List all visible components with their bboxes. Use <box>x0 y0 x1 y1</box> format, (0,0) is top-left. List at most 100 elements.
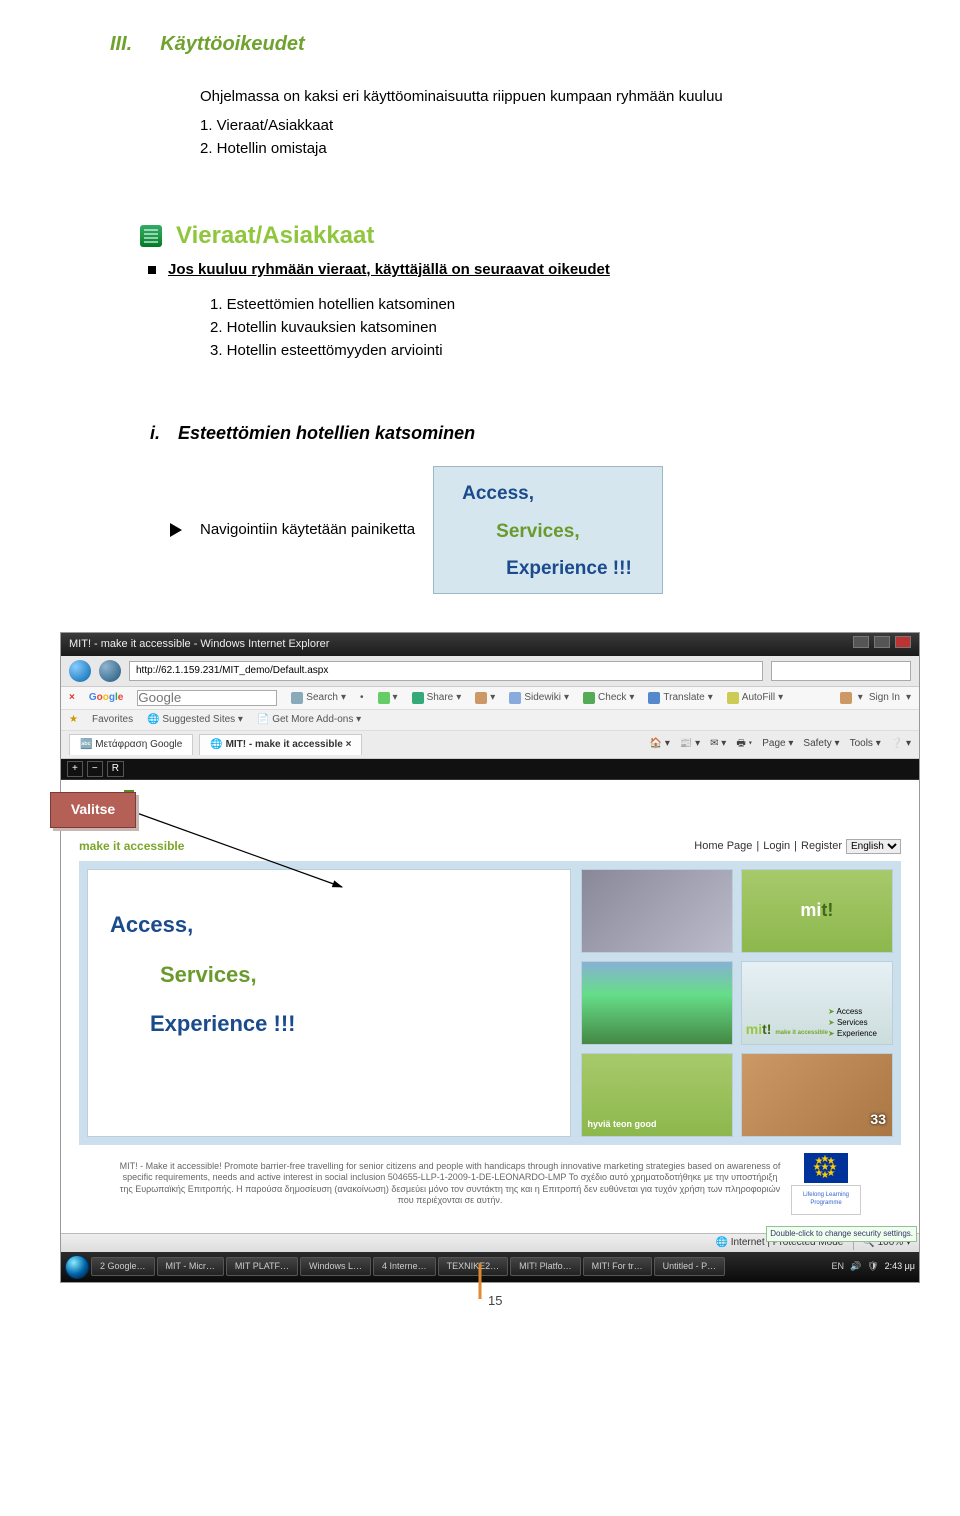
browser-tab-active[interactable]: 🌐 MIT! - make it accessible × <box>199 734 362 755</box>
window-buttons <box>851 636 911 653</box>
disclaimer-text: MIT! - Make it accessible! Promote barri… <box>119 1161 781 1206</box>
share-icon <box>412 692 424 704</box>
taskbar-item[interactable]: MIT! Platfo… <box>510 1257 581 1276</box>
close-toolbar-icon[interactable]: × <box>69 691 75 705</box>
thumbnail-number-value: 33 <box>870 1110 886 1130</box>
taskbar-item[interactable]: 4 Interne… <box>373 1257 436 1276</box>
address-bar-row <box>61 656 919 687</box>
document-icon <box>140 225 162 247</box>
thumbnail-words[interactable]: hyviä teon good <box>581 1053 733 1137</box>
toolbar-share-button[interactable]: Share ▾ <box>412 691 462 705</box>
help-icon[interactable]: ❔ ▾ <box>891 737 911 751</box>
thumbnail-info-card[interactable]: mit! make it accessible Access Services … <box>741 961 893 1045</box>
home-link[interactable]: Home Page <box>694 839 752 854</box>
subsection-bullet: Jos kuuluu ryhmään vieraat, käyttäjällä … <box>168 259 610 280</box>
rights-item: 2. Hotellin kuvauksien katsominen <box>210 317 870 338</box>
bookmark-icon <box>475 692 487 704</box>
toolbar-more-button[interactable]: ▾ <box>378 691 398 705</box>
browser-screenshot: MIT! - make it accessible - Windows Inte… <box>60 632 920 1283</box>
toolbar-sidewiki-button[interactable]: Sidewiki ▾ <box>509 691 569 705</box>
google-toolbar: × Google Search ▾ • ▾ Share ▾ ▾ Sidewiki… <box>61 687 919 710</box>
thumbnail-logo-green[interactable]: mit! <box>741 869 893 953</box>
maximize-button[interactable] <box>874 636 890 648</box>
logo-tagline: make it accessible <box>79 839 184 853</box>
taskbar-item[interactable]: MIT! For tr… <box>583 1257 652 1276</box>
register-link[interactable]: Register <box>801 839 842 854</box>
toolbar-check-button[interactable]: Check ▾ <box>583 691 634 705</box>
forward-button[interactable] <box>99 660 121 682</box>
eu-flag-icon <box>804 1153 848 1183</box>
nav-instruction-text: Navigointiin käytetään painiketta <box>200 519 415 540</box>
close-button[interactable] <box>895 636 911 648</box>
favorites-star-icon[interactable]: ★ <box>69 713 78 727</box>
access-label: Access, <box>462 481 644 508</box>
thumbnail-number[interactable]: 33 <box>741 1053 893 1137</box>
clock[interactable]: 2:43 μμ <box>885 1260 915 1273</box>
back-button[interactable] <box>69 660 91 682</box>
page-footer-disclaimer: MIT! - Make it accessible! Promote barri… <box>79 1145 901 1219</box>
services-label: Services, <box>160 960 548 991</box>
address-input[interactable] <box>129 661 763 681</box>
minimize-button[interactable] <box>853 636 869 648</box>
page-content: mit make it accessible Home Page | Login… <box>61 780 919 1233</box>
main-access-panel[interactable]: Access, Services, Experience !!! <box>87 869 571 1137</box>
subsection-title: Vieraat/Asiakkaat <box>176 219 374 253</box>
toolbar-search-button[interactable]: Search ▾ <box>291 691 346 705</box>
language-select[interactable]: English <box>846 839 901 854</box>
toolbar-translate-button[interactable]: Translate ▾ <box>648 691 712 705</box>
taskbar-item[interactable]: Untitled - P… <box>654 1257 726 1276</box>
tray-icon[interactable]: 🔊 <box>850 1260 861 1273</box>
browser-tab[interactable]: 🔤 Μετάφραση Google <box>69 734 193 755</box>
thumbnail-grid: mit! mit! make it accessible Access Serv… <box>581 869 894 1137</box>
heading-number: III. <box>110 30 132 58</box>
experience-label: Experience !!! <box>150 1009 548 1040</box>
thumbnail-landscape[interactable] <box>581 961 733 1045</box>
taskbar-item[interactable]: MIT PLATF… <box>226 1257 298 1276</box>
taskbar-item[interactable]: TEXNIKE2… <box>438 1257 509 1276</box>
language-indicator[interactable]: EN <box>831 1260 844 1273</box>
get-addons-link[interactable]: 📄 Get More Add-ons ▾ <box>257 713 361 727</box>
toolbar-autofill-button[interactable]: AutoFill ▾ <box>727 691 783 705</box>
tray-icon[interactable]: 🛡 <box>867 1260 878 1273</box>
safety-menu[interactable]: Safety ▾ <box>803 737 839 751</box>
page-menu[interactable]: Page ▾ <box>762 737 793 751</box>
roles-list: 1. Vieraat/Asiakkaat 2. Hotellin omistaj… <box>200 115 870 159</box>
window-title: MIT! - make it accessible - Windows Inte… <box>69 637 329 652</box>
font-decrease-button[interactable]: − <box>87 761 103 777</box>
mail-icon[interactable]: ✉ ▾ <box>710 737 726 751</box>
taskbar-item[interactable]: MIT - Micr… <box>157 1257 224 1276</box>
page-number: 15 <box>488 1292 502 1310</box>
browser-title-bar: MIT! - make it accessible - Windows Inte… <box>61 633 919 656</box>
taskbar-item[interactable]: 2 Google… <box>91 1257 155 1276</box>
login-link[interactable]: Login <box>763 839 790 854</box>
thumbnail-words-text: hyviä teon good <box>588 1120 657 1130</box>
signin-link[interactable]: Sign In <box>869 691 900 705</box>
mit-mini-logo: mit! <box>800 898 833 923</box>
access-services-button[interactable]: Access, Services, Experience !!! <box>433 466 663 594</box>
translate-icon <box>648 692 660 704</box>
toolbar-bookmark-button[interactable]: ▾ <box>475 691 495 705</box>
favorites-button[interactable]: Favorites <box>92 713 133 727</box>
taskbar-item[interactable]: Windows L… <box>300 1257 371 1276</box>
thumbnail-photo[interactable] <box>581 869 733 953</box>
tools-menu[interactable]: Tools ▾ <box>850 737 881 751</box>
experience-label: Experience !!! <box>506 556 644 583</box>
services-label: Services, <box>496 519 644 546</box>
print-icon[interactable]: 🖶 ▾ <box>736 737 752 751</box>
wrench-icon[interactable] <box>840 692 852 704</box>
autofill-icon <box>727 692 739 704</box>
start-button[interactable] <box>65 1255 89 1279</box>
access-label: Access, <box>110 910 548 941</box>
rights-item: 3. Hotellin esteettömyyden arviointi <box>210 340 870 361</box>
home-icon[interactable]: 🏠 ▾ <box>650 737 670 751</box>
google-toolbar-search[interactable] <box>137 690 277 706</box>
font-increase-button[interactable]: + <box>67 761 83 777</box>
llp-logo: Lifelong Learning Programme <box>791 1185 861 1215</box>
suggested-sites-link[interactable]: 🌐 Suggested Sites ▾ <box>147 713 243 727</box>
favorites-bar: ★ Favorites 🌐 Suggested Sites ▾ 📄 Get Mo… <box>61 710 919 731</box>
browser-search-input[interactable] <box>771 661 911 681</box>
font-reset-button[interactable]: R <box>107 761 124 777</box>
feeds-icon[interactable]: 📰 ▾ <box>680 737 700 751</box>
roles-item: 1. Vieraat/Asiakkaat <box>200 115 870 136</box>
subheading-i-num: i. <box>150 421 160 446</box>
